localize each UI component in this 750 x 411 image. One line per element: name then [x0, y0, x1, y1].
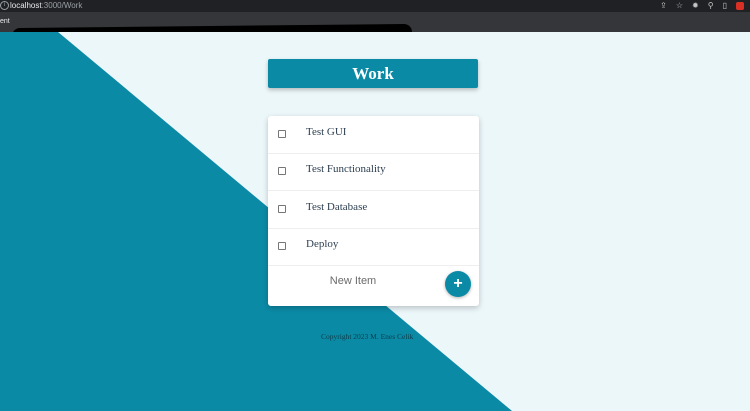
site-info-icon[interactable]: i [0, 1, 9, 10]
browser-toolbar-icons: ⇪ ☆ ✹ ⚲ ▯ [660, 0, 744, 12]
extension-puzzle-icon[interactable]: ✹ [692, 0, 699, 12]
item-checkbox[interactable] [278, 205, 286, 213]
item-checkbox[interactable] [278, 242, 286, 250]
page-content: Work Test GUI Test Functionality Test Da… [0, 32, 750, 411]
bookmarks-bar: ent [0, 12, 750, 45]
todo-card: Test GUI Test Functionality Test Databas… [268, 116, 479, 306]
list-item: Test Database [268, 191, 479, 229]
item-label: Test Functionality [306, 163, 386, 175]
list-item: Deploy [268, 228, 479, 266]
list-item: Test Functionality [268, 153, 479, 191]
browser-address-bar: i localhost:3000/Work ⇪ ☆ ✹ ⚲ ▯ [0, 0, 750, 12]
bookmark-item[interactable]: ent [0, 18, 10, 25]
url-field[interactable]: localhost:3000/Work [10, 1, 82, 10]
url-path: :3000/Work [41, 1, 83, 10]
star-icon[interactable]: ☆ [676, 0, 683, 12]
profile-icon[interactable] [736, 2, 744, 10]
share-icon[interactable]: ⇪ [660, 0, 667, 12]
footer-copyright: Copyright 2023 M. Enes Celik [321, 332, 414, 341]
new-item-input[interactable] [268, 266, 438, 296]
item-checkbox[interactable] [278, 167, 286, 175]
item-label: Deploy [306, 238, 339, 250]
url-host: localhost [10, 1, 42, 10]
list-item: Test GUI [268, 116, 479, 154]
pin-icon[interactable]: ⚲ [708, 0, 714, 12]
tab-icon[interactable]: ▯ [723, 0, 727, 12]
item-checkbox[interactable] [278, 130, 286, 138]
add-item-button[interactable]: + [445, 271, 471, 297]
item-label: Test Database [306, 201, 368, 213]
item-label: Test GUI [306, 126, 347, 138]
list-title: Work [268, 59, 478, 88]
